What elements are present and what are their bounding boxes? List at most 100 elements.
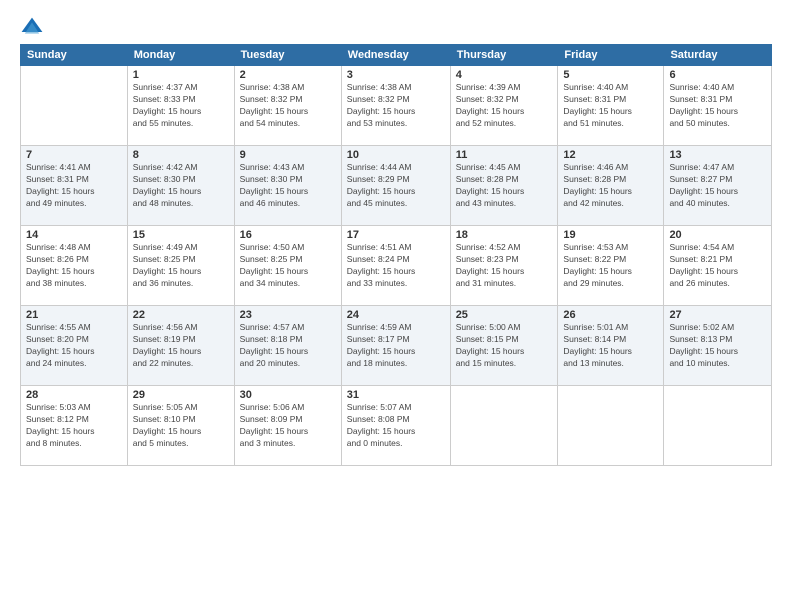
calendar-cell: 23Sunrise: 4:57 AM Sunset: 8:18 PM Dayli… [234, 306, 341, 386]
day-number: 5 [563, 69, 658, 81]
day-info: Sunrise: 4:40 AM Sunset: 8:31 PM Dayligh… [669, 82, 766, 130]
day-info: Sunrise: 4:45 AM Sunset: 8:28 PM Dayligh… [456, 162, 553, 210]
calendar-cell: 30Sunrise: 5:06 AM Sunset: 8:09 PM Dayli… [234, 386, 341, 466]
calendar-cell: 16Sunrise: 4:50 AM Sunset: 8:25 PM Dayli… [234, 226, 341, 306]
day-number: 19 [563, 229, 658, 241]
day-info: Sunrise: 4:52 AM Sunset: 8:23 PM Dayligh… [456, 242, 553, 290]
day-number: 9 [240, 149, 336, 161]
day-info: Sunrise: 4:57 AM Sunset: 8:18 PM Dayligh… [240, 322, 336, 370]
day-number: 3 [347, 69, 445, 81]
calendar-cell: 10Sunrise: 4:44 AM Sunset: 8:29 PM Dayli… [341, 146, 450, 226]
day-info: Sunrise: 4:47 AM Sunset: 8:27 PM Dayligh… [669, 162, 766, 210]
day-number: 17 [347, 229, 445, 241]
calendar-cell: 5Sunrise: 4:40 AM Sunset: 8:31 PM Daylig… [558, 66, 664, 146]
calendar-cell: 18Sunrise: 4:52 AM Sunset: 8:23 PM Dayli… [450, 226, 558, 306]
calendar-table: SundayMondayTuesdayWednesdayThursdayFrid… [20, 44, 772, 466]
day-info: Sunrise: 5:07 AM Sunset: 8:08 PM Dayligh… [347, 402, 445, 450]
calendar-cell [558, 386, 664, 466]
calendar-week-row: 14Sunrise: 4:48 AM Sunset: 8:26 PM Dayli… [21, 226, 772, 306]
calendar-cell: 25Sunrise: 5:00 AM Sunset: 8:15 PM Dayli… [450, 306, 558, 386]
calendar-week-row: 28Sunrise: 5:03 AM Sunset: 8:12 PM Dayli… [21, 386, 772, 466]
day-info: Sunrise: 4:38 AM Sunset: 8:32 PM Dayligh… [347, 82, 445, 130]
calendar-week-row: 21Sunrise: 4:55 AM Sunset: 8:20 PM Dayli… [21, 306, 772, 386]
day-number: 20 [669, 229, 766, 241]
calendar-cell: 14Sunrise: 4:48 AM Sunset: 8:26 PM Dayli… [21, 226, 128, 306]
day-info: Sunrise: 4:56 AM Sunset: 8:19 PM Dayligh… [133, 322, 229, 370]
calendar-cell: 31Sunrise: 5:07 AM Sunset: 8:08 PM Dayli… [341, 386, 450, 466]
calendar-cell: 19Sunrise: 4:53 AM Sunset: 8:22 PM Dayli… [558, 226, 664, 306]
calendar-body: 1Sunrise: 4:37 AM Sunset: 8:33 PM Daylig… [21, 66, 772, 466]
calendar-cell: 15Sunrise: 4:49 AM Sunset: 8:25 PM Dayli… [127, 226, 234, 306]
calendar-cell: 3Sunrise: 4:38 AM Sunset: 8:32 PM Daylig… [341, 66, 450, 146]
calendar-cell: 26Sunrise: 5:01 AM Sunset: 8:14 PM Dayli… [558, 306, 664, 386]
day-number: 4 [456, 69, 553, 81]
day-number: 26 [563, 309, 658, 321]
header [20, 16, 772, 40]
day-number: 31 [347, 389, 445, 401]
day-info: Sunrise: 4:46 AM Sunset: 8:28 PM Dayligh… [563, 162, 658, 210]
calendar-cell: 28Sunrise: 5:03 AM Sunset: 8:12 PM Dayli… [21, 386, 128, 466]
day-info: Sunrise: 4:55 AM Sunset: 8:20 PM Dayligh… [26, 322, 122, 370]
calendar-cell: 21Sunrise: 4:55 AM Sunset: 8:20 PM Dayli… [21, 306, 128, 386]
calendar-cell: 12Sunrise: 4:46 AM Sunset: 8:28 PM Dayli… [558, 146, 664, 226]
day-number: 21 [26, 309, 122, 321]
day-info: Sunrise: 4:54 AM Sunset: 8:21 PM Dayligh… [669, 242, 766, 290]
day-number: 14 [26, 229, 122, 241]
day-info: Sunrise: 4:48 AM Sunset: 8:26 PM Dayligh… [26, 242, 122, 290]
day-info: Sunrise: 5:01 AM Sunset: 8:14 PM Dayligh… [563, 322, 658, 370]
day-number: 24 [347, 309, 445, 321]
calendar-header: SundayMondayTuesdayWednesdayThursdayFrid… [21, 45, 772, 66]
weekday-header: Thursday [450, 45, 558, 66]
day-info: Sunrise: 4:39 AM Sunset: 8:32 PM Dayligh… [456, 82, 553, 130]
day-number: 1 [133, 69, 229, 81]
day-number: 27 [669, 309, 766, 321]
day-info: Sunrise: 4:41 AM Sunset: 8:31 PM Dayligh… [26, 162, 122, 210]
day-info: Sunrise: 5:05 AM Sunset: 8:10 PM Dayligh… [133, 402, 229, 450]
weekday-header: Sunday [21, 45, 128, 66]
day-info: Sunrise: 4:53 AM Sunset: 8:22 PM Dayligh… [563, 242, 658, 290]
logo-icon [20, 16, 44, 40]
weekday-header: Tuesday [234, 45, 341, 66]
day-info: Sunrise: 5:03 AM Sunset: 8:12 PM Dayligh… [26, 402, 122, 450]
day-number: 22 [133, 309, 229, 321]
calendar-cell: 11Sunrise: 4:45 AM Sunset: 8:28 PM Dayli… [450, 146, 558, 226]
weekday-header: Wednesday [341, 45, 450, 66]
day-info: Sunrise: 4:49 AM Sunset: 8:25 PM Dayligh… [133, 242, 229, 290]
day-number: 28 [26, 389, 122, 401]
day-info: Sunrise: 4:42 AM Sunset: 8:30 PM Dayligh… [133, 162, 229, 210]
calendar-cell: 7Sunrise: 4:41 AM Sunset: 8:31 PM Daylig… [21, 146, 128, 226]
day-info: Sunrise: 4:43 AM Sunset: 8:30 PM Dayligh… [240, 162, 336, 210]
calendar-cell: 4Sunrise: 4:39 AM Sunset: 8:32 PM Daylig… [450, 66, 558, 146]
day-info: Sunrise: 5:06 AM Sunset: 8:09 PM Dayligh… [240, 402, 336, 450]
calendar-cell [21, 66, 128, 146]
calendar-cell: 27Sunrise: 5:02 AM Sunset: 8:13 PM Dayli… [664, 306, 772, 386]
day-number: 13 [669, 149, 766, 161]
calendar-week-row: 7Sunrise: 4:41 AM Sunset: 8:31 PM Daylig… [21, 146, 772, 226]
calendar-cell [450, 386, 558, 466]
day-number: 29 [133, 389, 229, 401]
day-number: 12 [563, 149, 658, 161]
weekday-header: Friday [558, 45, 664, 66]
calendar-cell: 13Sunrise: 4:47 AM Sunset: 8:27 PM Dayli… [664, 146, 772, 226]
calendar-cell: 1Sunrise: 4:37 AM Sunset: 8:33 PM Daylig… [127, 66, 234, 146]
logo [20, 16, 46, 40]
day-number: 8 [133, 149, 229, 161]
calendar-cell: 24Sunrise: 4:59 AM Sunset: 8:17 PM Dayli… [341, 306, 450, 386]
calendar-cell: 20Sunrise: 4:54 AM Sunset: 8:21 PM Dayli… [664, 226, 772, 306]
day-info: Sunrise: 5:00 AM Sunset: 8:15 PM Dayligh… [456, 322, 553, 370]
day-info: Sunrise: 5:02 AM Sunset: 8:13 PM Dayligh… [669, 322, 766, 370]
calendar-cell: 9Sunrise: 4:43 AM Sunset: 8:30 PM Daylig… [234, 146, 341, 226]
day-info: Sunrise: 4:44 AM Sunset: 8:29 PM Dayligh… [347, 162, 445, 210]
day-info: Sunrise: 4:40 AM Sunset: 8:31 PM Dayligh… [563, 82, 658, 130]
calendar-cell: 8Sunrise: 4:42 AM Sunset: 8:30 PM Daylig… [127, 146, 234, 226]
calendar-cell: 22Sunrise: 4:56 AM Sunset: 8:19 PM Dayli… [127, 306, 234, 386]
day-info: Sunrise: 4:59 AM Sunset: 8:17 PM Dayligh… [347, 322, 445, 370]
day-number: 18 [456, 229, 553, 241]
day-number: 15 [133, 229, 229, 241]
day-number: 6 [669, 69, 766, 81]
day-number: 7 [26, 149, 122, 161]
calendar-cell: 2Sunrise: 4:38 AM Sunset: 8:32 PM Daylig… [234, 66, 341, 146]
calendar-cell: 29Sunrise: 5:05 AM Sunset: 8:10 PM Dayli… [127, 386, 234, 466]
calendar-cell: 17Sunrise: 4:51 AM Sunset: 8:24 PM Dayli… [341, 226, 450, 306]
day-number: 23 [240, 309, 336, 321]
